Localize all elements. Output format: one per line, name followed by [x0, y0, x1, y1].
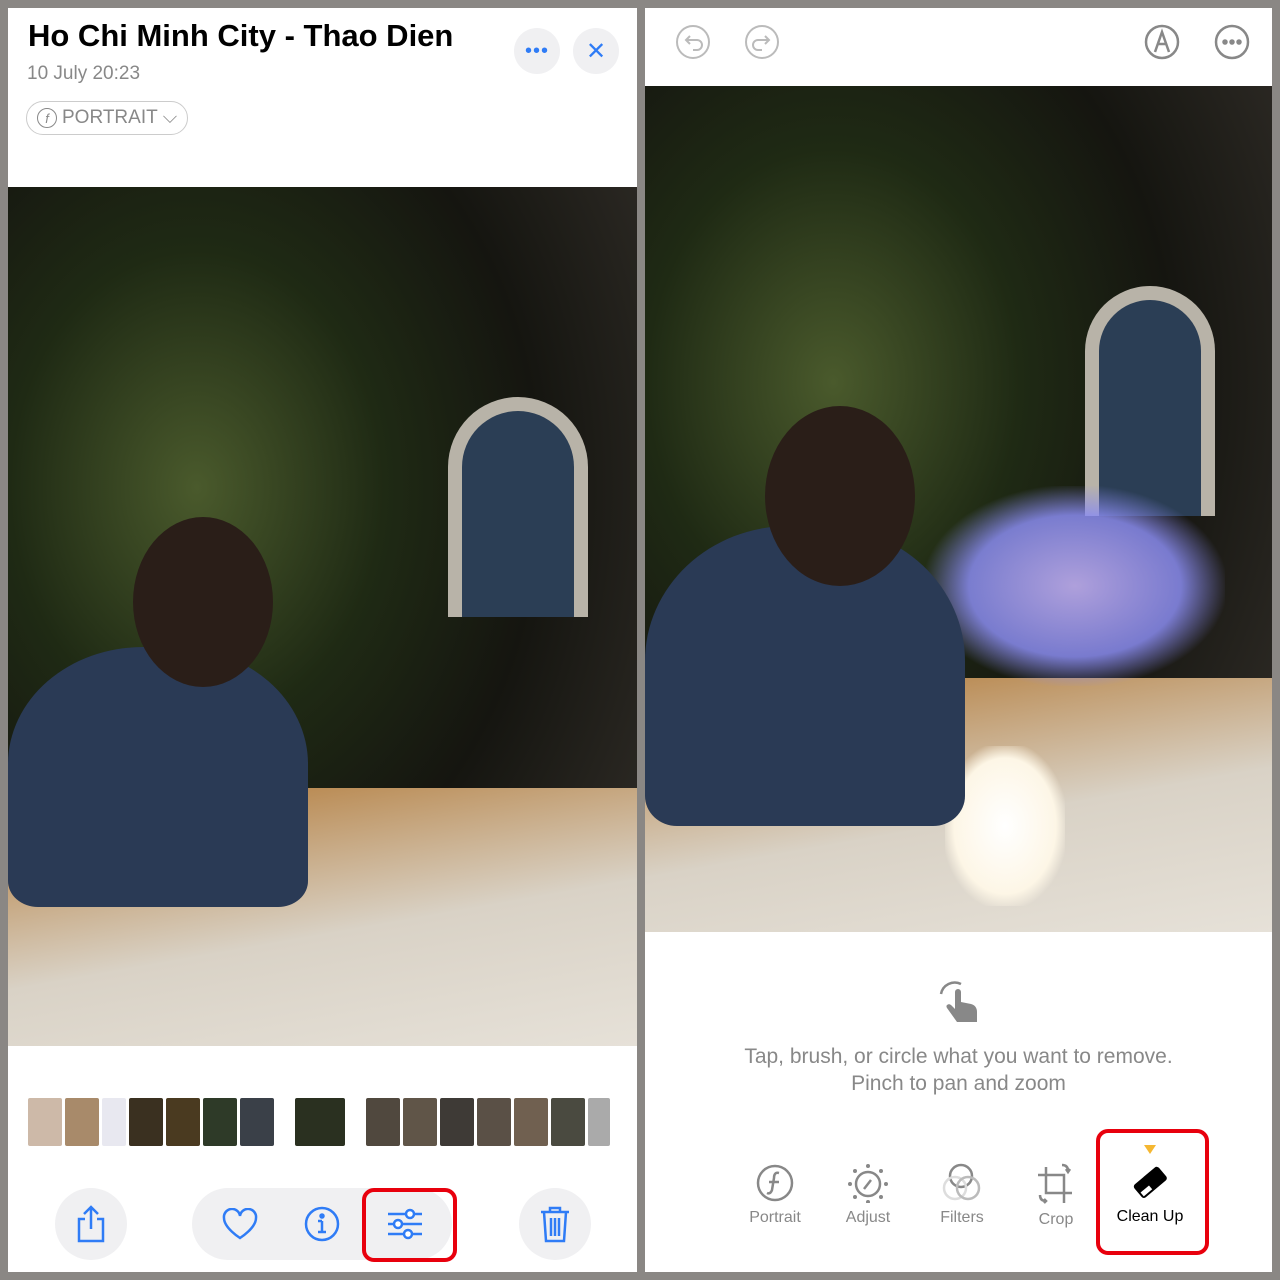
tool-filters[interactable]: Filters [922, 1163, 1002, 1227]
photo[interactable] [8, 187, 637, 1046]
hint-line-1: Tap, brush, or circle what you want to r… [744, 1045, 1173, 1068]
close-button[interactable]: ✕ [573, 28, 619, 74]
hint-line-2: Pinch to pan and zoom [851, 1072, 1066, 1095]
filters-circles-icon [942, 1163, 981, 1201]
info-icon[interactable] [304, 1206, 340, 1242]
adjust-dial-icon [848, 1164, 888, 1203]
more-button[interactable]: ••• [514, 28, 560, 74]
tool-label: Adjust [845, 1209, 891, 1226]
edit-highlight [362, 1188, 457, 1262]
location-title: Ho Chi Minh City - Thao Dien [28, 18, 454, 53]
redo-icon[interactable] [744, 24, 780, 60]
portrait-f-icon [756, 1164, 794, 1202]
thumbnail-strip[interactable] [28, 1098, 610, 1146]
tap-hand-icon [939, 981, 977, 1022]
tool-portrait[interactable]: Portrait [735, 1163, 815, 1227]
heart-icon[interactable] [222, 1208, 258, 1240]
delete-button[interactable] [519, 1188, 591, 1260]
person-head [133, 517, 273, 687]
share-icon [77, 1205, 105, 1243]
more-icon: ••• [524, 39, 549, 62]
person-head [765, 406, 915, 586]
clean-up-highlight [1096, 1129, 1209, 1255]
share-button[interactable] [55, 1188, 127, 1260]
portrait-f-icon: f [37, 108, 57, 128]
cleanup-editor-panel: Tap, brush, or circle what you want to r… [645, 8, 1272, 1272]
tool-label: Filters [940, 1209, 984, 1226]
tool-label: Crop [1038, 1211, 1074, 1228]
portrait-label: PORTRAIT [62, 107, 158, 128]
person [8, 647, 308, 907]
editable-photo[interactable] [645, 86, 1272, 932]
photo-date: 10 July 20:23 [27, 63, 141, 84]
portrait-mode-button[interactable]: f PORTRAIT ⌵ [26, 101, 189, 135]
tool-label: Portrait [749, 1209, 801, 1226]
trash-icon [541, 1206, 569, 1243]
crop-rotate-icon [1038, 1163, 1072, 1204]
chevron-down-icon: ⌵ [162, 107, 178, 128]
tool-adjust[interactable]: Adjust [828, 1163, 908, 1227]
more-icon[interactable] [1214, 24, 1250, 60]
cleanup-hint: Tap, brush, or circle what you want to r… [645, 1043, 1272, 1097]
photo-viewer-panel: Ho Chi Minh City - Thao Dien 10 July 20:… [8, 8, 637, 1272]
markup-icon[interactable] [1144, 24, 1180, 60]
window-arch [1085, 286, 1215, 516]
cleanup-highlight-glow [925, 486, 1225, 686]
tool-crop[interactable]: Crop [1016, 1163, 1096, 1229]
window-arch [448, 397, 588, 617]
undo-icon[interactable] [675, 24, 711, 60]
close-icon: ✕ [585, 37, 607, 65]
